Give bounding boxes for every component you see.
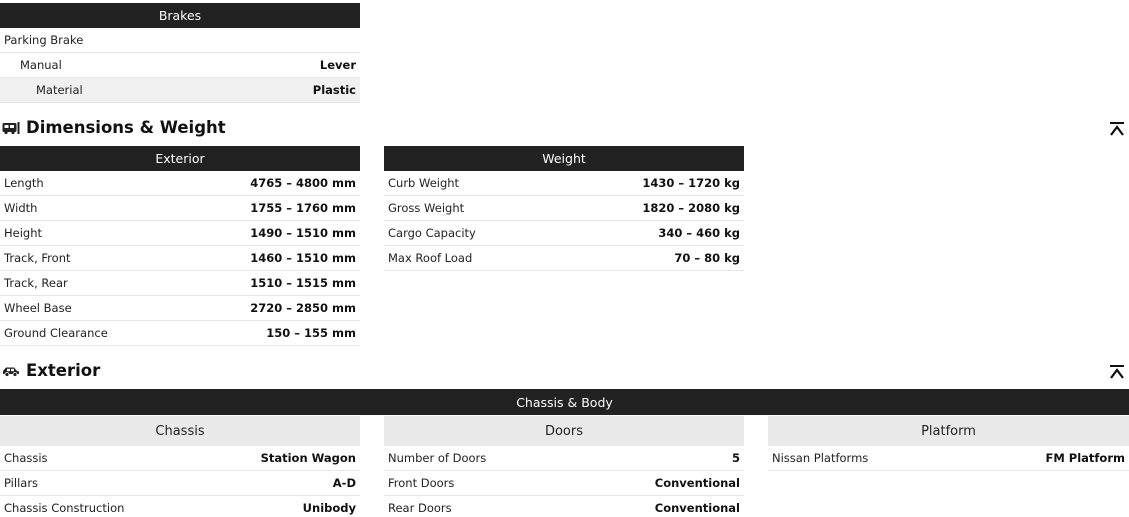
brakes-panel: Brakes Parking Brake Manual Lever Materi…: [0, 3, 360, 103]
spec-key: Chassis Construction: [4, 501, 125, 515]
collapse-dimensions-button[interactable]: [1109, 121, 1125, 137]
chevron-up-bar-icon: [1110, 365, 1124, 379]
spec-value: 1490 – 1510 mm: [250, 226, 356, 240]
spec-value: 5: [731, 451, 740, 465]
spec-key: Material: [36, 83, 83, 97]
dimensions-exterior-panel: Exterior Length 4765 – 4800 mm Width 1755 …: [0, 146, 360, 346]
spec-row: Material Plastic: [0, 78, 360, 103]
spec-row: Ground Clearance 150 – 155 mm: [0, 321, 360, 346]
weight-panel: Weight Curb Weight 1430 – 1720 kg Gross W…: [384, 146, 744, 271]
spec-value: Lever: [319, 58, 356, 72]
spec-key: Ground Clearance: [4, 326, 108, 340]
chassis-header: Chassis: [0, 416, 360, 446]
section-title-text: Exterior: [26, 361, 101, 380]
platform-panel: Platform Nissan Platforms FM Platform: [768, 416, 1129, 471]
spec-value: 1460 – 1510 mm: [250, 251, 356, 265]
spec-key: Rear Doors: [388, 501, 452, 515]
doors-panel: Doors Number of Doors 5 Front Doors Conven…: [384, 416, 744, 517]
section-title-dimensions: Dimensions & Weight: [2, 118, 226, 137]
spec-value: FM Platform: [1045, 451, 1126, 465]
spec-row: Cargo Capacity 340 – 460 kg: [384, 221, 744, 246]
spec-value: 1820 – 2080 kg: [642, 201, 740, 215]
spec-value: Conventional: [654, 501, 740, 515]
platform-header: Platform: [768, 416, 1129, 446]
spec-row: Parking Brake: [0, 28, 360, 53]
spec-value: Plastic: [312, 83, 356, 97]
spec-value: 2720 – 2850 mm: [250, 301, 356, 315]
spec-key: Max Roof Load: [388, 251, 473, 265]
spec-key: Pillars: [4, 476, 39, 490]
spec-key: Parking Brake: [4, 33, 84, 47]
spec-key: Gross Weight: [388, 201, 465, 215]
spec-value: 1755 – 1760 mm: [250, 201, 356, 215]
chevron-up-bar-icon: [1110, 122, 1124, 136]
spec-row: Max Roof Load 70 – 80 kg: [384, 246, 744, 271]
spec-key: Length: [4, 176, 44, 190]
spec-row: Pillars A-D: [0, 471, 360, 496]
spec-key: Wheel Base: [4, 301, 72, 315]
spec-value: 1510 – 1515 mm: [250, 276, 356, 290]
spec-row: Wheel Base 2720 – 2850 mm: [0, 296, 360, 321]
spec-row: Chassis Station Wagon: [0, 446, 360, 471]
section-title-exterior: Exterior: [2, 361, 100, 380]
spec-key: Height: [4, 226, 43, 240]
spec-key: Manual: [20, 58, 62, 72]
doors-header: Doors: [384, 416, 744, 446]
spec-value: Station Wagon: [260, 451, 356, 465]
spec-row: Height 1490 – 1510 mm: [0, 221, 360, 246]
collapse-exterior-button[interactable]: [1109, 364, 1125, 380]
spec-row: Track, Rear 1510 – 1515 mm: [0, 271, 360, 296]
car-side-box-icon: [2, 121, 20, 134]
chassis-panel: Chassis Chassis Station Wagon Pillars A-D …: [0, 416, 360, 517]
spec-value: A-D: [332, 476, 356, 490]
spec-value: 340 – 460 kg: [658, 226, 740, 240]
spec-key: Track, Front: [4, 251, 71, 265]
brakes-header: Brakes: [0, 3, 360, 28]
car-icon: [3, 367, 19, 377]
spec-key: Number of Doors: [388, 451, 487, 465]
weight-header: Weight: [384, 146, 744, 171]
spec-row: Track, Front 1460 – 1510 mm: [0, 246, 360, 271]
spec-value: 4765 – 4800 mm: [250, 176, 356, 190]
spec-key: Nissan Platforms: [772, 451, 869, 465]
spec-row: Gross Weight 1820 – 2080 kg: [384, 196, 744, 221]
spec-row: Curb Weight 1430 – 1720 kg: [384, 171, 744, 196]
exterior-header: Exterior: [0, 146, 360, 171]
spec-row: Number of Doors 5: [384, 446, 744, 471]
spec-key: Track, Rear: [4, 276, 68, 290]
spec-row: Front Doors Conventional: [384, 471, 744, 496]
spec-key: Chassis: [4, 451, 48, 465]
spec-row: Length 4765 – 4800 mm: [0, 171, 360, 196]
spec-key: Width: [4, 201, 38, 215]
spec-key: Curb Weight: [388, 176, 460, 190]
spec-row: Manual Lever: [0, 53, 360, 78]
spec-row: Rear Doors Conventional: [384, 496, 744, 517]
spec-value: Conventional: [654, 476, 740, 490]
section-title-text: Dimensions & Weight: [26, 118, 226, 137]
spec-value: Unibody: [302, 501, 356, 515]
spec-key: Cargo Capacity: [388, 226, 476, 240]
spec-row: Width 1755 – 1760 mm: [0, 196, 360, 221]
chassis-body-header: Chassis & Body: [0, 389, 1129, 415]
spec-value: 1430 – 1720 kg: [642, 176, 740, 190]
spec-key: Front Doors: [388, 476, 455, 490]
spec-row: Chassis Construction Unibody: [0, 496, 360, 517]
spec-row: Nissan Platforms FM Platform: [768, 446, 1129, 471]
spec-value: 150 – 155 mm: [266, 326, 356, 340]
spec-value: 70 – 80 kg: [674, 251, 740, 265]
